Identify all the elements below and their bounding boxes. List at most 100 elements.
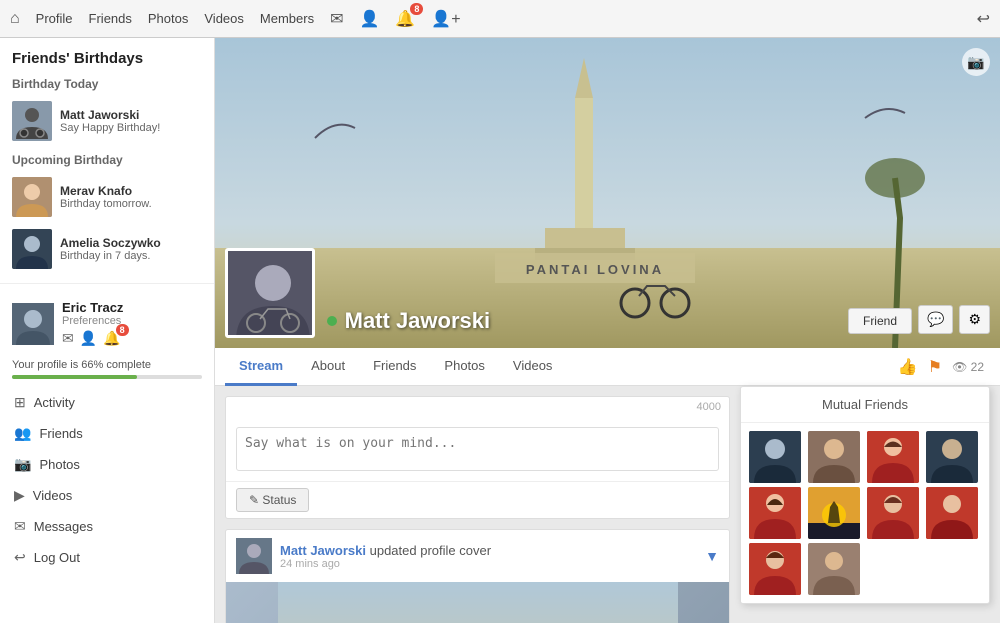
- mutual-friend-4[interactable]: [926, 431, 978, 483]
- stream-content-col: 4000 ✎ Status: [225, 396, 730, 623]
- sidebar-user-message-icon[interactable]: ✉: [62, 330, 74, 347]
- birthday-today-item: Matt Jaworski Say Happy Birthday!: [0, 95, 214, 147]
- birthday-upcoming-2-desc: Birthday in 7 days.: [60, 250, 161, 262]
- profile-info-bar: Matt Jaworski Friend 💬 ⚙: [215, 248, 1000, 348]
- birthday-today-desc: Say Happy Birthday!: [60, 122, 160, 134]
- sidebar-item-activity[interactable]: ⊞ Activity: [0, 387, 214, 418]
- activity-action: updated profile cover: [370, 543, 491, 558]
- activity-user-name[interactable]: Matt Jaworski: [280, 543, 366, 558]
- mutual-friend-8[interactable]: [926, 487, 978, 539]
- online-indicator: [327, 316, 337, 326]
- profile-complete-area: Your profile is 66% complete: [0, 355, 214, 387]
- tab-videos-profile[interactable]: Videos: [499, 348, 567, 386]
- profile-display-name: Matt Jaworski: [345, 308, 491, 333]
- logout-nav-icon: ↩: [14, 549, 26, 566]
- message-profile-btn[interactable]: 💬: [918, 305, 953, 334]
- sidebar-user-pref[interactable]: Preferences: [62, 315, 123, 327]
- tab-stream[interactable]: Stream: [225, 348, 297, 386]
- sidebar-user-avatar: [12, 303, 54, 345]
- activity-avatar: [236, 538, 272, 574]
- sidebar-item-logout[interactable]: ↩ Log Out: [0, 542, 214, 573]
- mutual-friend-9[interactable]: [749, 543, 801, 595]
- nav-friends[interactable]: Friends: [89, 11, 132, 26]
- profile-name-area: Matt Jaworski: [327, 308, 836, 338]
- activity-icon: ⊞: [14, 394, 26, 411]
- mf-9-img: [749, 543, 801, 595]
- upcoming-birthday-label: Upcoming Birthday: [0, 147, 214, 171]
- mutual-friend-7[interactable]: [867, 487, 919, 539]
- status-post-btn[interactable]: ✎ Status: [236, 488, 309, 512]
- nav-videos[interactable]: Videos: [204, 11, 244, 26]
- logout-icon[interactable]: ↩: [977, 9, 990, 29]
- mf-4-img: [926, 431, 978, 483]
- sidebar-item-friends[interactable]: 👥 Friends: [0, 418, 214, 449]
- sidebar-item-activity-label: Activity: [34, 395, 75, 410]
- birthday-upcoming-1-avatar: [12, 177, 52, 217]
- sidebar: Friends' Birthdays Birthday Today Matt J…: [0, 38, 215, 623]
- friend-button[interactable]: Friend: [848, 308, 912, 334]
- post-actions-bar: ✎ Status: [226, 481, 729, 518]
- mf-6-img: [808, 487, 860, 539]
- sidebar-user-name: Eric Tracz: [62, 300, 123, 315]
- sidebar-item-photos[interactable]: 📷 Photos: [0, 449, 214, 480]
- friends-requests-icon[interactable]: 👤: [359, 9, 379, 29]
- settings-profile-btn[interactable]: ⚙: [959, 305, 990, 334]
- tab-about[interactable]: About: [297, 348, 359, 386]
- view-count: 👁 22: [952, 360, 984, 374]
- mutual-friend-2[interactable]: [808, 431, 860, 483]
- sidebar-item-logout-label: Log Out: [34, 550, 80, 565]
- birthday-today-name: Matt Jaworski: [60, 108, 160, 122]
- birthday-today-avatar-img: [12, 101, 52, 141]
- cover-camera-btn[interactable]: 📷: [962, 48, 990, 76]
- birthday-upcoming-1: Merav Knafo Birthday tomorrow.: [0, 171, 214, 223]
- mutual-friend-10[interactable]: [808, 543, 860, 595]
- profile-progress-bg: [12, 375, 202, 379]
- birthday-today-info: Matt Jaworski Say Happy Birthday!: [60, 108, 160, 134]
- home-icon[interactable]: ⌂: [10, 10, 20, 28]
- mf-3-img: [867, 431, 919, 483]
- sidebar-item-messages[interactable]: ✉ Messages: [0, 511, 214, 542]
- mutual-friends-panel: Mutual Friends: [740, 386, 990, 604]
- sidebar-user-info: Eric Tracz Preferences ✉ 👤 🔔 8: [62, 300, 123, 347]
- main-content: PANTAI LOVINA 📷: [215, 38, 1000, 623]
- mf-8-img: [926, 487, 978, 539]
- like-tab-icon[interactable]: 👍: [898, 357, 918, 377]
- char-count: 4000: [697, 401, 721, 413]
- birthday-upcoming-2-name: Amelia Soczywko: [60, 236, 161, 250]
- messages-icon[interactable]: ✉: [330, 9, 343, 29]
- birthday-upcoming-1-info: Merav Knafo Birthday tomorrow.: [60, 184, 152, 210]
- mutual-friend-5[interactable]: [749, 487, 801, 539]
- tab-photos-profile[interactable]: Photos: [430, 348, 498, 386]
- sidebar-item-photos-label: Photos: [39, 457, 79, 472]
- sidebar-item-videos[interactable]: ▶ Videos: [0, 480, 214, 511]
- tab-friends-profile[interactable]: Friends: [359, 348, 430, 386]
- activity-item-1: Matt Jaworski updated profile cover 24 m…: [225, 529, 730, 623]
- stream-area: 4000 ✎ Status: [215, 386, 1000, 623]
- birthday-today-avatar: [12, 101, 52, 141]
- mutual-friend-1[interactable]: [749, 431, 801, 483]
- activity-expand-icon[interactable]: ▼: [705, 548, 719, 564]
- mf-7-img: [867, 487, 919, 539]
- activity-header: Matt Jaworski updated profile cover 24 m…: [226, 530, 729, 582]
- add-friend-icon[interactable]: 👤+: [431, 9, 460, 29]
- mutual-friend-6[interactable]: [808, 487, 860, 539]
- sidebar-user-icons: ✉ 👤 🔔 8: [62, 330, 123, 347]
- birthday-upcoming-2-img: [12, 229, 52, 269]
- notification-badge: 8: [410, 3, 423, 15]
- nav-members[interactable]: Members: [260, 11, 314, 26]
- sidebar-user-friend-icon[interactable]: 👤: [80, 330, 97, 347]
- birthday-upcoming-1-desc: Birthday tomorrow.: [60, 198, 152, 210]
- post-box: 4000 ✎ Status: [225, 396, 730, 519]
- top-navigation: ⌂ Profile Friends Photos Videos Members …: [0, 0, 1000, 38]
- profile-avatar-large: [225, 248, 315, 338]
- activity-time: 24 mins ago: [280, 558, 491, 570]
- flag-tab-icon[interactable]: ⚑: [928, 357, 942, 377]
- nav-photos[interactable]: Photos: [148, 11, 188, 26]
- post-textarea-area: [226, 417, 729, 481]
- birthday-upcoming-2-avatar: [12, 229, 52, 269]
- mutual-friends-title: Mutual Friends: [741, 387, 989, 423]
- post-input[interactable]: [236, 427, 719, 471]
- nav-profile[interactable]: Profile: [36, 11, 73, 26]
- mutual-friend-3[interactable]: [867, 431, 919, 483]
- birthday-upcoming-1-name: Merav Knafo: [60, 184, 152, 198]
